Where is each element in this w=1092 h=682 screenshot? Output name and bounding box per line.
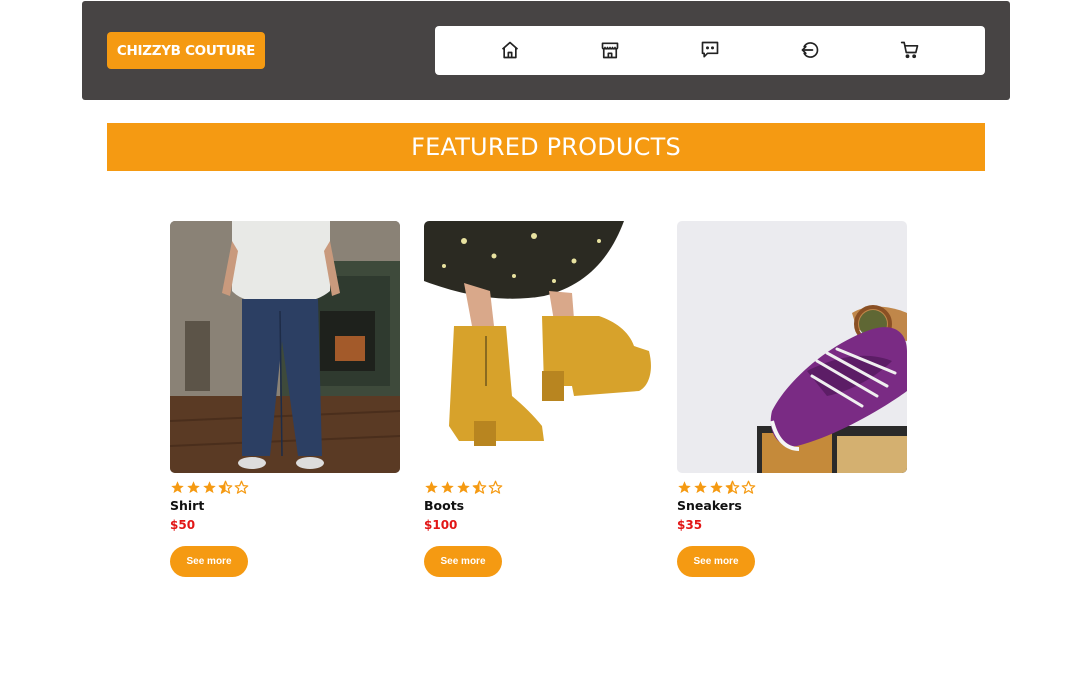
product-name: Shirt [170,498,205,513]
nav-bar [435,26,985,75]
star-filled-icon [710,481,723,494]
chat-icon [701,41,719,58]
rating-stars [677,480,907,496]
featured-banner: FEATURED PRODUCTS [107,123,985,171]
home-icon [501,41,519,59]
product-price: $50 [170,518,196,532]
logout-icon [801,42,819,58]
nav-cart[interactable] [898,38,922,62]
star-filled-icon [203,481,216,494]
star-filled-icon [171,481,184,494]
nav-chat[interactable] [698,38,722,62]
star-half-icon [472,480,487,494]
store-icon [601,42,619,59]
star-filled-icon [457,481,470,494]
logo[interactable]: CHIZZYB COUTURE [107,32,265,69]
nav-store[interactable] [598,38,622,62]
product-price: $100 [424,518,458,532]
star-filled-icon [441,481,454,494]
star-filled-icon [187,481,200,494]
nav-logout[interactable] [798,38,822,62]
cart-icon [900,41,919,59]
see-more-button[interactable]: See more [424,546,502,577]
product-card: Shirt $50 See more [170,221,400,577]
product-image-shirt[interactable] [170,221,400,473]
nav-home[interactable] [498,38,522,62]
star-empty-icon [741,480,756,494]
star-half-icon [218,480,233,494]
product-name: Boots [424,498,465,513]
see-more-button[interactable]: See more [677,546,755,577]
product-name: Sneakers [677,498,742,513]
product-image-boots[interactable] [424,221,654,473]
product-price: $35 [677,518,703,532]
star-half-icon [725,480,740,494]
star-filled-icon [678,481,691,494]
scrollbar[interactable] [1086,0,1092,345]
star-filled-icon [694,481,707,494]
section-title: FEATURED PRODUCTS [411,133,681,161]
rating-stars [424,480,654,496]
rating-stars [170,480,400,496]
product-card: Boots $100 See more [424,221,654,577]
star-empty-icon [234,480,249,494]
star-empty-icon [488,480,503,494]
star-filled-icon [425,481,438,494]
see-more-button[interactable]: See more [170,546,248,577]
product-image-sneakers[interactable] [677,221,907,473]
product-card: Sneakers $35 See more [677,221,907,577]
site-header: CHIZZYB COUTURE [82,1,1010,100]
